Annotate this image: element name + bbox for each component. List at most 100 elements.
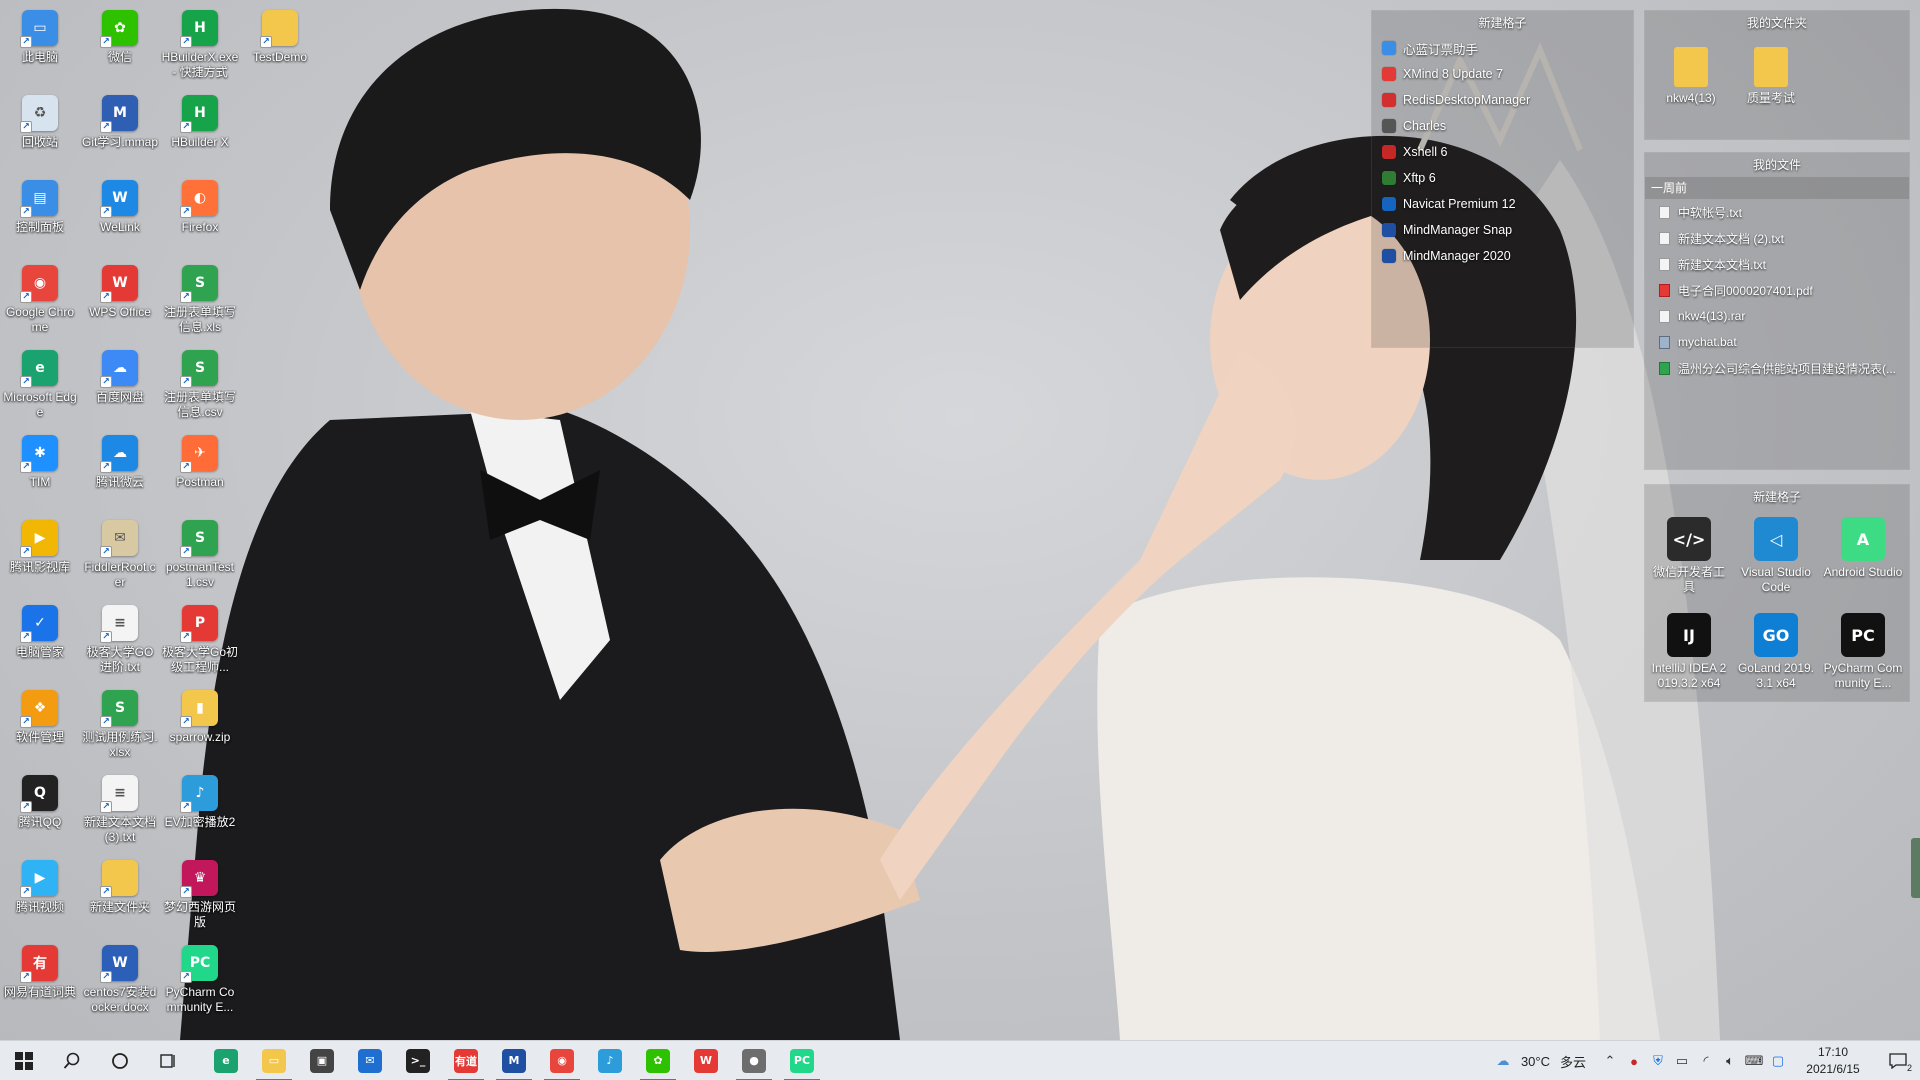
desktop-icon[interactable]: ▭ ↗ 此电脑 <box>1 4 79 86</box>
notification-icon[interactable]: 2 <box>1876 1041 1920 1080</box>
search-icon[interactable] <box>48 1041 96 1080</box>
desktop-icon[interactable]: ▮ ↗ sparrow.zip <box>161 684 239 766</box>
fence-file-item[interactable]: 新建文本文档.txt <box>1645 251 1909 277</box>
desktop-icon[interactable]: PC ↗ PyCharm Community E... <box>161 939 239 1021</box>
fence-folder-item[interactable]: 质量考试 <box>1731 47 1811 106</box>
desktop-icon[interactable]: ✱ ↗ TIM <box>1 429 79 511</box>
desktop-icon-label: 测试用例练习.xlsx <box>82 730 158 759</box>
volume-icon[interactable]: 🔈︎ <box>1718 1041 1742 1080</box>
desktop-icon[interactable]: ≡ ↗ 新建文本文档 (3).txt <box>81 769 159 851</box>
task-view-icon[interactable] <box>144 1041 192 1080</box>
fence-folders-title: 我的文件夹 <box>1746 16 1807 30</box>
taskbar-app-edge[interactable]: e <box>202 1041 250 1080</box>
fence-app-item[interactable]: 心蓝订票助手 <box>1372 35 1633 61</box>
taskbar-app-mindmanager[interactable]: M <box>490 1041 538 1080</box>
shortcut-arrow-icon: ↗ <box>180 461 192 473</box>
desktop-icon[interactable]: ▶ ↗ 腾讯影视库 <box>1 514 79 596</box>
desktop-icon[interactable]: S ↗ 注册表单填写信息.xls <box>161 259 239 341</box>
app-tray-icon[interactable]: ▢ <box>1766 1041 1790 1080</box>
fence-files-section[interactable]: 一周前 <box>1645 177 1909 199</box>
fence-file-item[interactable]: 电子合同0000207401.pdf <box>1645 277 1909 303</box>
windows-start-icon[interactable] <box>0 1041 48 1080</box>
desktop-icon[interactable]: ♻ ↗ 回收站 <box>1 89 79 171</box>
fence-file-item[interactable]: 新建文本文档 (2).txt <box>1645 225 1909 251</box>
taskbar-app-mail[interactable]: ✉ <box>346 1041 394 1080</box>
taskbar-app-glyph: ✉ <box>365 1054 375 1067</box>
desktop-icon[interactable]: e ↗ Microsoft Edge <box>1 344 79 426</box>
desktop-icon[interactable]: H ↗ HBuilder X <box>161 89 239 171</box>
fence-app-item[interactable]: Xftp 6 <box>1372 165 1633 191</box>
qq-tray-icon[interactable]: ● <box>1622 1041 1646 1080</box>
taskbar-app-pycharm[interactable]: PC <box>778 1041 826 1080</box>
desktop-icon[interactable]: S ↗ postmanTest1.csv <box>161 514 239 596</box>
desktop-icon[interactable]: ❖ ↗ 软件管理 <box>1 684 79 766</box>
fence-dev-item[interactable]: GO GoLand 2019.3.1 x64 <box>1736 613 1816 691</box>
taskbar-app-terminal[interactable]: >_ <box>394 1041 442 1080</box>
fence-file-item[interactable]: 中软帐号.txt <box>1645 199 1909 225</box>
edge-handle[interactable] <box>1911 838 1920 898</box>
desktop-icon[interactable]: ◉ ↗ Google Chrome <box>1 259 79 341</box>
desktop-icon[interactable]: ↗ TestDemo <box>241 4 319 86</box>
desktop-icon[interactable]: ☁ ↗ 百度网盘 <box>81 344 159 426</box>
desktop-icon[interactable]: S ↗ 注册表单填写信息.csv <box>161 344 239 426</box>
desktop-icon[interactable]: 有 ↗ 网易有道词典 <box>1 939 79 1021</box>
fence-dev-item[interactable]: A Android Studio <box>1823 517 1903 580</box>
fence-app-item[interactable]: MindManager 2020 <box>1372 243 1633 269</box>
desktop-icon[interactable]: H ↗ HBuilderX.exe - 快捷方式 <box>161 4 239 86</box>
fence-file-item[interactable]: nkw4(13).rar <box>1645 303 1909 329</box>
fence-app-item[interactable]: Charles <box>1372 113 1633 139</box>
shield-icon[interactable]: ⛨ <box>1646 1041 1670 1080</box>
wifi-icon[interactable]: ◜ <box>1694 1041 1718 1080</box>
fence-app-item[interactable]: Xshell 6 <box>1372 139 1633 165</box>
desktop-icon[interactable]: ✉ ↗ FiddlerRoot.cer <box>81 514 159 596</box>
desktop-icon[interactable]: ◐ ↗ Firefox <box>161 174 239 256</box>
desktop-icon[interactable]: W ↗ WPS Office <box>81 259 159 341</box>
fence-dev-item[interactable]: IJ IntelliJ IDEA 2019.3.2 x64 <box>1649 613 1729 691</box>
chevron-up-icon[interactable]: ⌃ <box>1598 1041 1622 1080</box>
fence-file-item[interactable]: 温州分公司综合供能站项目建设情况表(... <box>1645 355 1909 381</box>
fence-app-item[interactable]: Navicat Premium 12 <box>1372 191 1633 217</box>
clock[interactable]: 17:10 2021/6/15 <box>1790 1044 1876 1078</box>
weather-cloud-icon[interactable]: ☁ <box>1491 1041 1515 1080</box>
fence-folder-item[interactable]: nkw4(13) <box>1651 47 1731 106</box>
desktop-icon[interactable]: ☁ ↗ 腾讯微云 <box>81 429 159 511</box>
fence-dev-item[interactable]: </> 微信开发者工具 <box>1649 517 1729 595</box>
desktop-icon[interactable]: ▶ ↗ 腾讯视频 <box>1 854 79 936</box>
weather-temp[interactable]: 30°C <box>1521 1054 1550 1069</box>
cortana-icon[interactable] <box>96 1041 144 1080</box>
fence-app-item[interactable]: RedisDesktopManager <box>1372 87 1633 113</box>
desktop-icon[interactable]: ↗ 新建文件夹 <box>81 854 159 936</box>
battery-icon[interactable]: ▭ <box>1670 1041 1694 1080</box>
taskbar-app-store[interactable]: ▣ <box>298 1041 346 1080</box>
fence-dev-item[interactable]: PC PyCharm Community E... <box>1823 613 1903 691</box>
shortcut-arrow-icon: ↗ <box>100 546 112 558</box>
taskbar-app-youdao[interactable]: 有道 <box>442 1041 490 1080</box>
taskbar-app-wechat[interactable]: ✿ <box>634 1041 682 1080</box>
taskbar-app-wps[interactable]: W <box>682 1041 730 1080</box>
desktop-icon[interactable]: ✈ ↗ Postman <box>161 429 239 511</box>
taskbar-app-photos[interactable]: ● <box>730 1041 778 1080</box>
desktop-icon[interactable]: ▤ ↗ 控制面板 <box>1 174 79 256</box>
desktop-icon[interactable]: ♪ ↗ EV加密播放2 <box>161 769 239 851</box>
fence-dev-item[interactable]: ◁ Visual Studio Code <box>1736 517 1816 595</box>
fence-app-item[interactable]: XMind 8 Update 7 <box>1372 61 1633 87</box>
desktop-icon[interactable]: W ↗ WeLink <box>81 174 159 256</box>
desktop-icon[interactable]: M ↗ Git学习.mmap <box>81 89 159 171</box>
taskbar-app-ev-player[interactable]: ♪ <box>586 1041 634 1080</box>
desktop-icon[interactable]: P ↗ 极客大学Go初级工程师... <box>161 599 239 681</box>
fence-folder-label: nkw4(13) <box>1666 91 1716 105</box>
shortcut-arrow-icon: ↗ <box>100 291 112 303</box>
weather-desc[interactable]: 多云 <box>1560 1052 1586 1071</box>
desktop-icon[interactable]: Q ↗ 腾讯QQ <box>1 769 79 851</box>
desktop-icon[interactable]: S ↗ 测试用例练习.xlsx <box>81 684 159 766</box>
taskbar-app-file-explorer[interactable]: ▭ <box>250 1041 298 1080</box>
desktop-icon[interactable]: ≡ ↗ 极客大学GO进阶.txt <box>81 599 159 681</box>
desktop-icon[interactable]: ♛ ↗ 梦幻西游网页版 <box>161 854 239 936</box>
input-method-icon[interactable]: ⌨ <box>1742 1041 1766 1080</box>
taskbar-app-chrome[interactable]: ◉ <box>538 1041 586 1080</box>
fence-file-item[interactable]: mychat.bat <box>1645 329 1909 355</box>
desktop-icon[interactable]: ✿ ↗ 微信 <box>81 4 159 86</box>
fence-app-item[interactable]: MindManager Snap <box>1372 217 1633 243</box>
desktop-icon[interactable]: ✓ ↗ 电脑管家 <box>1 599 79 681</box>
desktop-icon[interactable]: W ↗ centos7安装docker.docx <box>81 939 159 1021</box>
